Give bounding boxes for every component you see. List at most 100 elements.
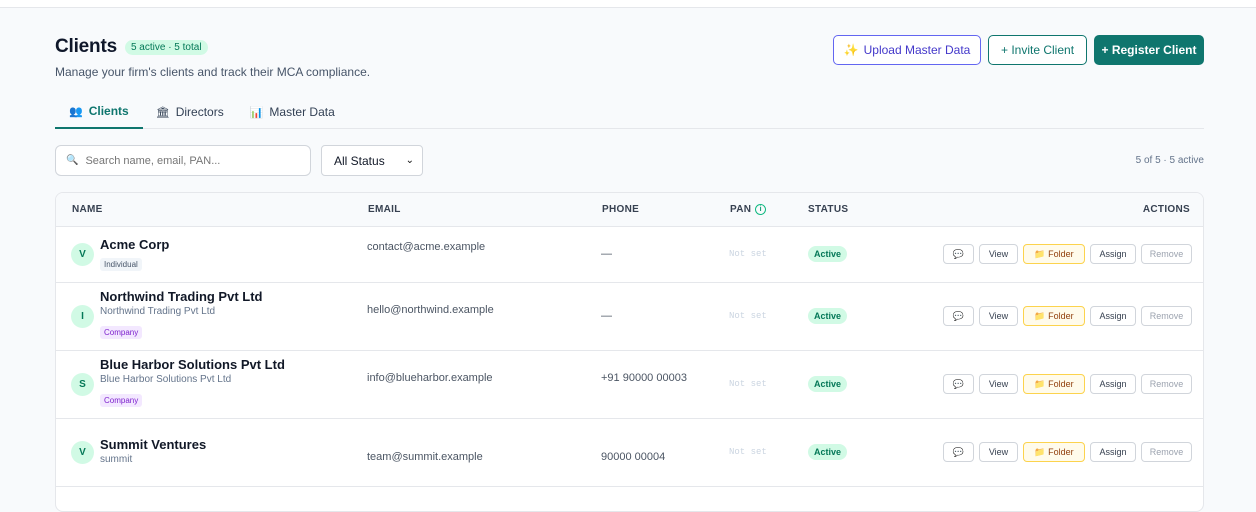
header-email: EMAIL — [368, 204, 401, 215]
tab-master-data[interactable]: 📊 Master Data — [237, 95, 348, 129]
upload-label: Upload Master Data — [863, 43, 971, 57]
table-row: V Acme Corp Individual contact@acme.exam… — [56, 227, 1203, 283]
tab-label: Master Data — [269, 105, 335, 119]
client-type-badge: Individual — [100, 258, 142, 271]
table-row: I Northwind Trading Pvt Ltd Northwind Tr… — [56, 283, 1203, 351]
row-actions: 💬 View 📁 Folder Assign Remove — [943, 306, 1192, 326]
client-name[interactable]: Acme Corp — [100, 237, 169, 252]
folder-icon: 📁 — [1034, 378, 1046, 389]
view-button[interactable]: View — [979, 442, 1018, 462]
folder-icon: 📁 — [1034, 310, 1046, 321]
client-phone: — — [601, 248, 612, 260]
header-status: STATUS — [808, 204, 849, 215]
table-header: NAME EMAIL PHONE PAN i STATUS ACTIONS — [56, 193, 1203, 227]
client-phone: +91 90000 00003 — [601, 372, 687, 384]
row-actions: 💬 View 📁 Folder Assign Remove — [943, 244, 1192, 264]
status-badge: Active — [808, 444, 848, 460]
page-title: Clients — [55, 36, 117, 57]
folder-button[interactable]: 📁 Folder — [1023, 306, 1085, 326]
status-filter-select[interactable]: All Status ⌄ — [321, 145, 423, 176]
search-icon: 🔍 — [66, 155, 79, 166]
assign-button[interactable]: Assign — [1090, 442, 1136, 462]
result-count: 5 of 5 · 5 active — [1135, 155, 1204, 166]
client-email: info@blueharbor.example — [367, 372, 493, 384]
folder-label: Folder — [1048, 447, 1074, 457]
client-phone: — — [601, 310, 612, 322]
folder-button[interactable]: 📁 Folder — [1023, 374, 1085, 394]
status-filter-value: All Status — [334, 153, 385, 168]
filter-bar: 🔍 All Status ⌄ 5 of 5 · 5 active — [55, 145, 1204, 176]
chat-icon: 💬 — [952, 378, 965, 389]
client-count-badge: 5 active · 5 total — [124, 39, 208, 55]
tab-directors[interactable]: 🏛 Directors — [143, 95, 237, 129]
chat-button[interactable]: 💬 — [943, 374, 974, 394]
header-name: NAME — [72, 204, 103, 215]
tab-label: Clients — [88, 104, 129, 118]
client-legal-name: Northwind Trading Pvt Ltd — [100, 306, 216, 317]
clients-table: NAME EMAIL PHONE PAN i STATUS ACTIONS V A… — [55, 192, 1204, 512]
chat-button[interactable]: 💬 — [943, 306, 974, 326]
assign-button[interactable]: Assign — [1090, 306, 1136, 326]
top-bar — [0, 0, 1256, 8]
row-actions: 💬 View 📁 Folder Assign Remove — [943, 374, 1192, 394]
search-input[interactable] — [85, 154, 296, 167]
table-row: V Summit Ventures summit team@summit.exa… — [56, 419, 1203, 487]
info-icon[interactable]: i — [755, 203, 767, 215]
folder-label: Folder — [1048, 249, 1074, 259]
view-button[interactable]: View — [979, 306, 1018, 326]
remove-button[interactable]: Remove — [1141, 244, 1192, 264]
bank-icon: 🏛 — [155, 106, 170, 119]
chat-icon: 💬 — [952, 310, 965, 321]
upload-master-data-button[interactable]: ✨ Upload Master Data — [833, 35, 981, 65]
folder-icon: 📁 — [1034, 446, 1046, 457]
header-pan-label: PAN — [730, 204, 752, 216]
client-phone: 90000 00004 — [601, 451, 666, 463]
status-badge: Active — [808, 246, 848, 262]
header-actions: ACTIONS — [1142, 204, 1190, 215]
remove-button[interactable]: Remove — [1141, 442, 1192, 462]
register-client-button[interactable]: + Register Client — [1094, 35, 1204, 65]
page-header: Clients 5 active · 5 total Manage your f… — [55, 36, 370, 79]
folder-button[interactable]: 📁 Folder — [1023, 442, 1085, 462]
client-name[interactable]: Summit Ventures — [100, 437, 206, 452]
page-subtitle: Manage your firm's clients and track the… — [55, 65, 371, 79]
header-pan: PAN i — [730, 203, 767, 216]
client-legal-name: Blue Harbor Solutions Pvt Ltd — [100, 374, 232, 385]
sparkle-icon: ✨ — [843, 43, 859, 57]
folder-icon: 📁 — [1034, 248, 1046, 259]
folder-button[interactable]: 📁 Folder — [1023, 244, 1085, 264]
tab-bar: 👥 Clients 🏛 Directors 📊 Master Data — [55, 95, 1204, 129]
remove-button[interactable]: Remove — [1141, 306, 1192, 326]
status-badge: Active — [808, 376, 848, 392]
people-icon: 👥 — [69, 105, 83, 118]
chat-button[interactable]: 💬 — [943, 442, 974, 462]
client-type-badge: Company — [100, 326, 143, 339]
folder-label: Folder — [1048, 311, 1074, 321]
chart-icon: 📊 — [249, 106, 264, 119]
chat-icon: 💬 — [952, 446, 965, 457]
client-email: contact@acme.example — [367, 241, 486, 253]
view-button[interactable]: View — [979, 374, 1018, 394]
client-name[interactable]: Northwind Trading Pvt Ltd — [100, 289, 263, 304]
view-button[interactable]: View — [979, 244, 1018, 264]
tab-clients[interactable]: 👥 Clients — [55, 95, 143, 129]
chat-icon: 💬 — [952, 248, 965, 259]
client-email: hello@northwind.example — [367, 304, 494, 316]
assign-button[interactable]: Assign — [1090, 374, 1136, 394]
client-name[interactable]: Blue Harbor Solutions Pvt Ltd — [100, 357, 285, 372]
avatar: V — [71, 243, 94, 266]
client-type-badge: Company — [100, 394, 143, 407]
client-pan: Not set — [729, 447, 767, 457]
remove-button[interactable]: Remove — [1141, 374, 1192, 394]
avatar: S — [71, 373, 94, 396]
folder-label: Folder — [1048, 379, 1074, 389]
invite-client-button[interactable]: + Invite Client — [988, 35, 1087, 65]
chat-button[interactable]: 💬 — [943, 244, 974, 264]
client-legal-name: summit — [100, 454, 133, 465]
avatar: V — [71, 441, 94, 464]
row-actions: 💬 View 📁 Folder Assign Remove — [943, 442, 1192, 462]
client-email: team@summit.example — [367, 451, 483, 463]
assign-button[interactable]: Assign — [1090, 244, 1136, 264]
avatar: I — [71, 305, 94, 328]
status-badge: Active — [808, 308, 848, 324]
